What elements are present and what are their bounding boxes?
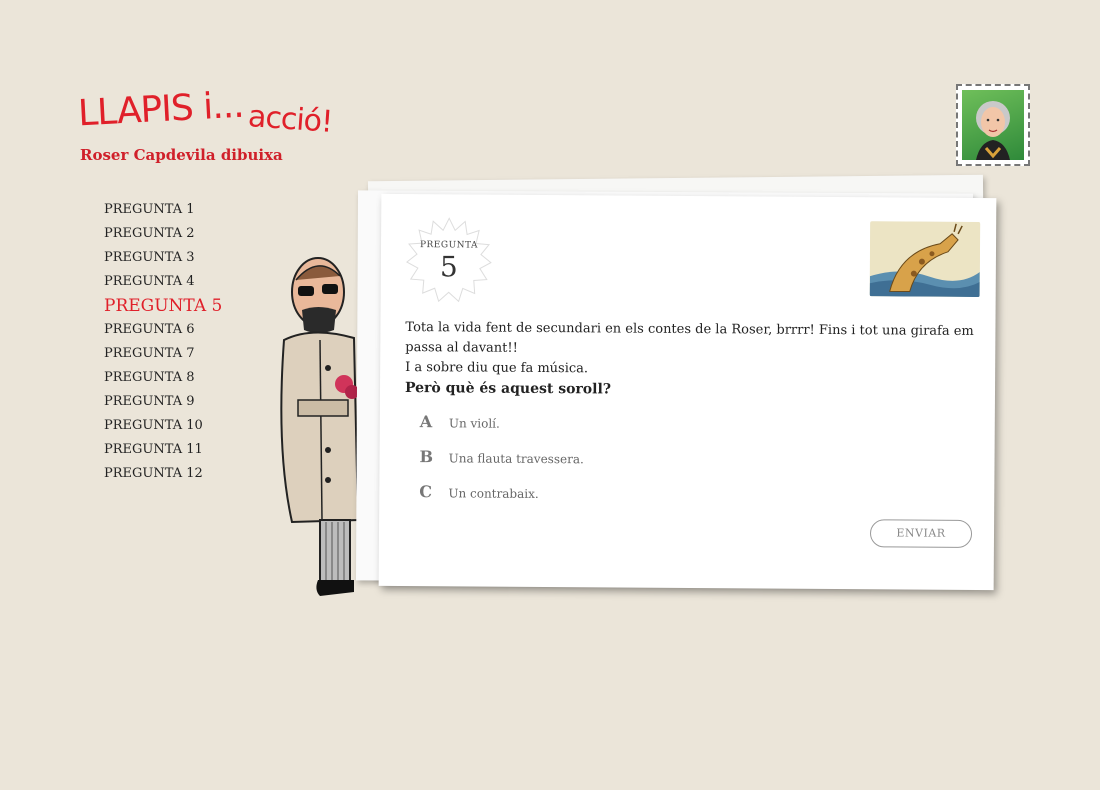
logo-subtitle: Roser Capdevila dibuixa <box>80 146 283 164</box>
answer-option-a[interactable]: A Un violí. <box>420 410 585 446</box>
send-button[interactable]: ENVIAR <box>869 519 973 548</box>
nav-item-pregunta-12[interactable]: PREGUNTA 12 <box>104 462 222 486</box>
nav-item-pregunta-10[interactable]: PREGUNTA 10 <box>104 414 222 438</box>
logo-line-2: acció! <box>246 99 333 140</box>
nav-item-pregunta-7[interactable]: PREGUNTA 7 <box>104 342 222 366</box>
logo-line-1: LLAPIS i... <box>77 84 245 135</box>
nav-item-pregunta-11[interactable]: PREGUNTA 11 <box>104 438 222 462</box>
nav-item-pregunta-4[interactable]: PREGUNTA 4 <box>104 270 222 294</box>
giraffe-illustration <box>869 221 981 298</box>
question-card: PREGUNTA 5 Tota la vida fent de secundar… <box>378 193 997 591</box>
nav-item-pregunta-5[interactable]: PREGUNTA 5 <box>104 294 222 318</box>
nav-item-pregunta-2[interactable]: PREGUNTA 2 <box>104 222 222 246</box>
nav-item-pregunta-8[interactable]: PREGUNTA 8 <box>104 366 222 390</box>
question-ask: Però què és aquest soroll? <box>404 380 612 398</box>
option-text: Una flauta travessera. <box>448 451 584 467</box>
answer-options: A Un violí. B Una flauta travessera. C U… <box>419 410 584 516</box>
nav-item-pregunta-1[interactable]: PREGUNTA 1 <box>104 198 222 222</box>
option-text: Un violí. <box>448 416 500 431</box>
illustrated-portrait-icon <box>962 90 1024 160</box>
logo-wordmark: LLAPIS i...acció! <box>77 85 333 140</box>
question-badge: PREGUNTA 5 <box>405 216 494 305</box>
nav-item-pregunta-3[interactable]: PREGUNTA 3 <box>104 246 222 270</box>
nav-item-pregunta-9[interactable]: PREGUNTA 9 <box>104 390 222 414</box>
option-letter: A <box>419 412 433 432</box>
option-letter: C <box>419 482 433 502</box>
badge-label: PREGUNTA <box>419 240 479 251</box>
question-line-1: Tota la vida fent de secundari en els co… <box>405 320 974 356</box>
question-nav: PREGUNTA 1 PREGUNTA 2 PREGUNTA 3 PREGUNT… <box>104 198 222 486</box>
author-avatar[interactable] <box>956 84 1030 166</box>
question-text: Tota la vida fent de secundari en els co… <box>405 318 976 402</box>
option-text: Un contrabaix. <box>448 486 539 501</box>
answer-option-b[interactable]: B Una flauta travessera. <box>419 445 584 481</box>
answer-option-c[interactable]: C Un contrabaix. <box>419 480 584 516</box>
site-logo[interactable]: LLAPIS i...acció! Roser Capdevila dibuix… <box>77 85 333 170</box>
option-letter: B <box>419 447 434 467</box>
badge-number: 5 <box>439 250 458 284</box>
nav-item-pregunta-6[interactable]: PREGUNTA 6 <box>104 318 222 342</box>
